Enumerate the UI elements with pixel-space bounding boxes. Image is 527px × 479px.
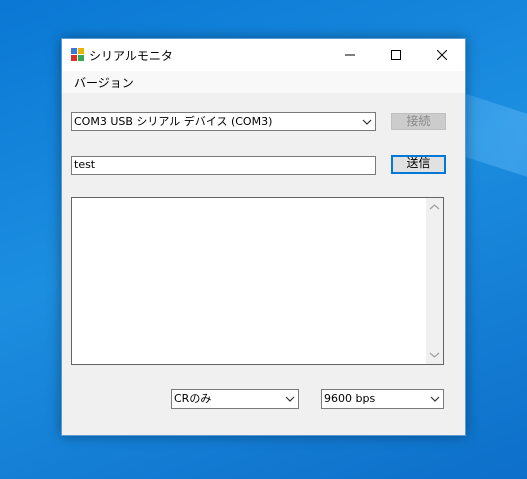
- scroll-up-icon[interactable]: [429, 202, 440, 212]
- port-select[interactable]: COM3 USB シリアル デバイス (COM3): [71, 112, 376, 131]
- close-icon: [437, 50, 447, 60]
- serial-monitor-window: シリアルモニタ バージョン COM3 USB シリアル デバイス (COM3) …: [61, 38, 466, 436]
- send-input[interactable]: test: [71, 156, 376, 175]
- chevron-down-icon: [362, 119, 372, 125]
- maximize-icon: [391, 50, 401, 60]
- output-textarea[interactable]: [71, 197, 444, 365]
- close-button[interactable]: [419, 39, 465, 71]
- maximize-button[interactable]: [373, 39, 419, 71]
- window-title: シリアルモニタ: [89, 49, 173, 63]
- minimize-icon: [345, 54, 355, 56]
- connect-button[interactable]: 接続: [391, 113, 446, 130]
- app-icon: [71, 48, 85, 62]
- send-button[interactable]: 送信: [391, 155, 446, 174]
- line-ending-value: CRのみ: [174, 392, 212, 405]
- menu-bar: バージョン: [62, 71, 465, 94]
- minimize-button[interactable]: [327, 39, 373, 71]
- chevron-down-icon: [285, 396, 295, 402]
- baud-rate-value: 9600 bps: [324, 392, 376, 405]
- vertical-scrollbar[interactable]: [426, 198, 443, 364]
- chevron-down-icon: [430, 396, 440, 402]
- line-ending-select[interactable]: CRのみ: [171, 389, 299, 409]
- scroll-down-icon[interactable]: [429, 350, 440, 360]
- port-select-value: COM3 USB シリアル デバイス (COM3): [74, 115, 273, 128]
- title-bar[interactable]: シリアルモニタ: [62, 39, 465, 71]
- baud-rate-select[interactable]: 9600 bps: [321, 389, 444, 409]
- menu-item-version[interactable]: バージョン: [70, 74, 138, 91]
